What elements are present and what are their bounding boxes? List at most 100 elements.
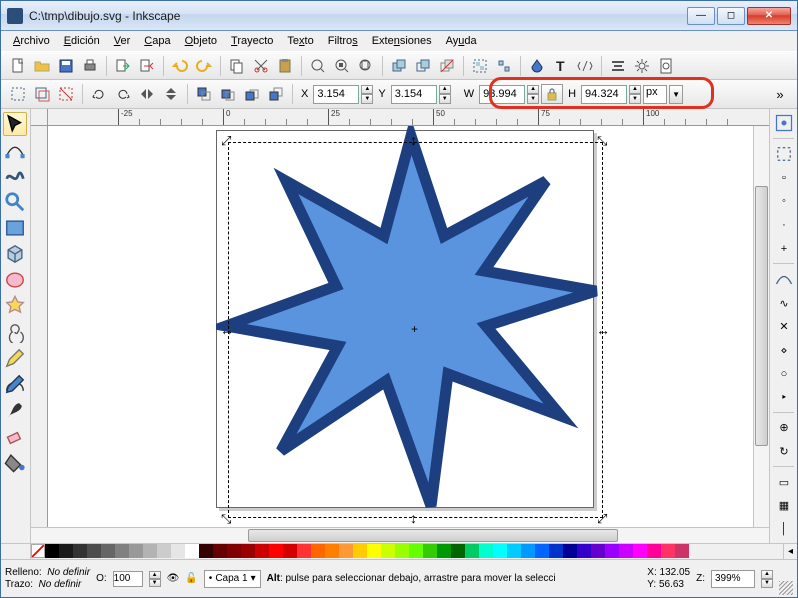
swatch[interactable] — [633, 544, 647, 558]
eraser-tool-icon[interactable] — [3, 424, 27, 448]
swatch[interactable] — [157, 544, 171, 558]
zoom-input[interactable] — [711, 570, 755, 588]
zoom-spinner[interactable]: ▲▼ — [761, 570, 773, 588]
menu-ayuda[interactable]: Ayuda — [440, 33, 483, 49]
swatch[interactable] — [199, 544, 213, 558]
swatch[interactable] — [493, 544, 507, 558]
menu-edicion[interactable]: Edición — [58, 33, 106, 49]
handle-nw[interactable] — [222, 136, 233, 147]
lock-aspect-icon[interactable] — [541, 84, 563, 104]
rect-tool-icon[interactable] — [3, 216, 27, 240]
copy-icon[interactable] — [226, 55, 248, 77]
unlink-clone-icon[interactable] — [436, 55, 458, 77]
swatch[interactable] — [45, 544, 59, 558]
snap-bbox-center-icon[interactable]: + — [773, 238, 795, 260]
canvas[interactable] — [48, 126, 753, 527]
import-icon[interactable] — [112, 55, 134, 77]
snap-bbox-midpoint-icon[interactable]: · — [773, 214, 795, 236]
ellipse-tool-icon[interactable] — [3, 268, 27, 292]
print-icon[interactable] — [79, 55, 101, 77]
swatch[interactable] — [479, 544, 493, 558]
star-tool-icon[interactable] — [3, 294, 27, 318]
swatch[interactable] — [661, 544, 675, 558]
swatch[interactable] — [115, 544, 129, 558]
vertical-scrollbar[interactable] — [753, 126, 769, 527]
cut-icon[interactable] — [250, 55, 272, 77]
snap-rotation-icon[interactable]: ↻ — [773, 441, 795, 463]
rotation-center-icon[interactable] — [411, 326, 420, 335]
swatch[interactable] — [353, 544, 367, 558]
swatch[interactable] — [647, 544, 661, 558]
zoom-drawing-icon[interactable] — [331, 55, 353, 77]
swatch[interactable] — [381, 544, 395, 558]
swatch[interactable] — [451, 544, 465, 558]
selector-tool-icon[interactable] — [3, 112, 27, 136]
duplicate-icon[interactable] — [388, 55, 410, 77]
paste-icon[interactable] — [274, 55, 296, 77]
swatch[interactable] — [185, 544, 199, 558]
xml-icon[interactable] — [574, 55, 596, 77]
swatch[interactable] — [87, 544, 101, 558]
snap-enable-icon[interactable] — [773, 112, 795, 134]
flip-h-icon[interactable] — [136, 83, 158, 105]
swatch[interactable] — [297, 544, 311, 558]
doc-properties-icon[interactable] — [655, 55, 677, 77]
unit-dropdown-icon[interactable]: ▼ — [669, 85, 683, 104]
menu-filtros[interactable]: Filtros — [322, 33, 364, 49]
swatch[interactable] — [269, 544, 283, 558]
snap-midpoint-icon[interactable]: ‣ — [773, 387, 795, 409]
bucket-tool-icon[interactable] — [3, 450, 27, 474]
redo-icon[interactable] — [193, 55, 215, 77]
open-file-icon[interactable] — [31, 55, 53, 77]
handle-n[interactable] — [410, 136, 421, 147]
pencil-tool-icon[interactable] — [3, 346, 27, 370]
swatch[interactable] — [255, 544, 269, 558]
select-all-icon[interactable] — [7, 83, 29, 105]
menu-extensiones[interactable]: Extensiones — [366, 33, 438, 49]
swatch[interactable] — [563, 544, 577, 558]
node-tool-icon[interactable] — [3, 138, 27, 162]
preferences-icon[interactable] — [631, 55, 653, 77]
deselect-icon[interactable] — [55, 83, 77, 105]
swatch[interactable] — [549, 544, 563, 558]
text-icon[interactable]: T — [550, 55, 572, 77]
horizontal-scrollbar[interactable] — [31, 527, 769, 543]
swatch[interactable] — [213, 544, 227, 558]
align-icon[interactable] — [607, 55, 629, 77]
handle-sw[interactable] — [222, 514, 233, 525]
x-spinner[interactable]: ▲▼ — [361, 85, 373, 104]
snap-cusp-icon[interactable]: ⋄ — [773, 339, 795, 361]
x-input[interactable] — [313, 85, 359, 104]
menu-texto[interactable]: Texto — [281, 33, 319, 49]
snap-bbox-edge-icon[interactable]: ▫ — [773, 167, 795, 189]
swatch[interactable] — [619, 544, 633, 558]
minimize-button[interactable]: — — [687, 7, 715, 25]
opacity-spinner[interactable]: ▲▼ — [149, 571, 161, 587]
snap-guide-icon[interactable]: │ — [773, 518, 795, 540]
stroke-value[interactable]: No definir — [39, 579, 82, 590]
swatch[interactable] — [143, 544, 157, 558]
h-input[interactable] — [581, 85, 627, 104]
select-all-layers-icon[interactable] — [31, 83, 53, 105]
calligraphy-tool-icon[interactable] — [3, 398, 27, 422]
swatch[interactable] — [465, 544, 479, 558]
swatch[interactable] — [521, 544, 535, 558]
w-spinner[interactable]: ▲▼ — [527, 85, 539, 104]
y-spinner[interactable]: ▲▼ — [439, 85, 451, 104]
handle-e[interactable] — [598, 326, 609, 337]
swatch[interactable] — [101, 544, 115, 558]
swatch[interactable] — [129, 544, 143, 558]
swatch[interactable] — [171, 544, 185, 558]
resize-grip[interactable] — [779, 581, 793, 595]
zoom-page-icon[interactable] — [355, 55, 377, 77]
snap-node-icon[interactable] — [773, 268, 795, 290]
maximize-button[interactable]: ◻ — [717, 7, 745, 25]
zoom-tool-icon[interactable] — [3, 190, 27, 214]
menu-trayecto[interactable]: Trayecto — [225, 33, 279, 49]
tweak-tool-icon[interactable] — [3, 164, 27, 188]
swatch[interactable] — [325, 544, 339, 558]
ungroup-icon[interactable] — [493, 55, 515, 77]
snap-intersect-icon[interactable]: ✕ — [773, 316, 795, 338]
menu-archivo[interactable]: Archivo — [7, 33, 56, 49]
rotate-ccw-icon[interactable] — [88, 83, 110, 105]
